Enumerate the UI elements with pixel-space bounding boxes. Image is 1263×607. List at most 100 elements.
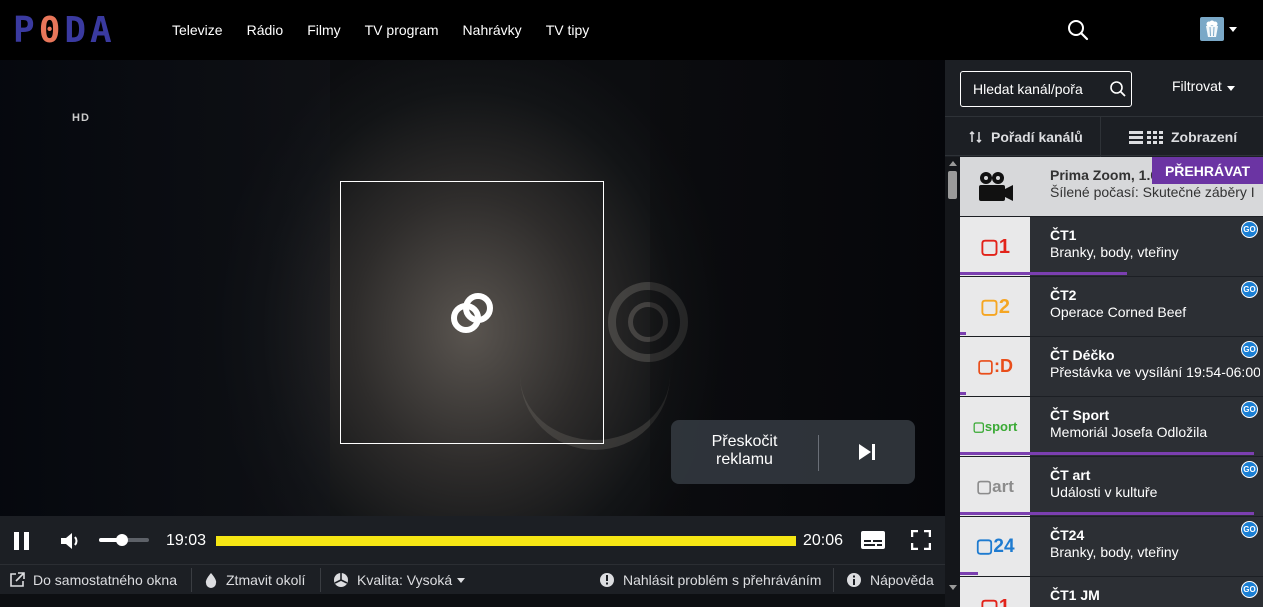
fullscreen-icon[interactable] xyxy=(911,530,931,550)
channel-show: Šílené počasí: Skutečné záběry I xyxy=(1050,184,1255,200)
chevron-down-icon xyxy=(457,577,466,583)
subtitles-icon[interactable] xyxy=(860,530,886,550)
channel-row-ct-decko[interactable]: ▢:D ČT Déčko Přestávka ve vysílání 19:54… xyxy=(960,337,1263,397)
filter-label: Filtrovat xyxy=(1172,78,1222,94)
go-badge: GO xyxy=(1241,521,1258,538)
tab-divider xyxy=(1100,117,1101,157)
channel-row-ct-sport[interactable]: ▢sport ČT Sport Memoriál Josefa Odložila… xyxy=(960,397,1263,457)
quality-icon xyxy=(334,573,348,587)
video-frame-shade xyxy=(0,60,330,516)
search-icon[interactable] xyxy=(1109,80,1127,98)
go-badge: GO xyxy=(1241,341,1258,358)
popcorn-icon xyxy=(1206,20,1218,37)
toolbar-divider xyxy=(320,568,321,592)
channel-show: Operace Corned Beef xyxy=(1050,304,1187,320)
ctd-logo: ▢:D xyxy=(960,337,1030,396)
camera-icon xyxy=(979,171,1013,201)
channel-progress xyxy=(960,452,1254,455)
skip-next-icon xyxy=(859,444,875,460)
link-icon[interactable] xyxy=(447,288,497,338)
channel-logo xyxy=(960,157,1030,216)
ctart-logo: ▢art xyxy=(960,457,1030,516)
tab-view-label: Zobrazení xyxy=(1171,129,1238,145)
dim-label: Ztmavit okolí xyxy=(226,572,306,588)
chevron-down-icon xyxy=(1226,86,1235,91)
scroll-down-icon[interactable] xyxy=(949,585,957,590)
channel-name: ČT24 xyxy=(1050,527,1085,543)
channel-name: ČT Déčko xyxy=(1050,347,1115,363)
nav-radio[interactable]: Rádio xyxy=(247,22,284,38)
bottom-strip xyxy=(0,594,945,607)
search-icon[interactable] xyxy=(1067,19,1089,41)
help-icon xyxy=(847,573,861,587)
skip-ad-button[interactable]: Přeskočit reklamu xyxy=(671,420,915,484)
main-nav: Televize Rádio Filmy TV program Nahrávky… xyxy=(160,0,601,60)
skip-ad-divider xyxy=(818,435,819,471)
channel-name: ČT2 xyxy=(1050,287,1077,303)
quality-dropdown[interactable]: Kvalita: Vysoká xyxy=(333,565,466,595)
channel-search-input[interactable] xyxy=(961,72,1101,106)
time-start: 19:03 xyxy=(166,532,207,549)
hd-badge: HD xyxy=(72,112,90,124)
channel-list-scrollbar[interactable] xyxy=(945,157,960,607)
channel-name: Prima Zoom, 1.6 xyxy=(1050,167,1159,183)
scroll-thumb[interactable] xyxy=(948,171,957,199)
channel-row-ct-art[interactable]: ▢art ČT art Události v kultuře GO xyxy=(960,457,1263,517)
report-problem-button[interactable]: Nahlásit problém s přehráváním xyxy=(599,565,821,595)
nav-televize[interactable]: Televize xyxy=(172,22,223,38)
ct1jm-logo: ▢1 xyxy=(960,577,1030,607)
ct1-logo-mark: ▢1 xyxy=(979,236,1011,258)
toolbar-divider xyxy=(833,568,834,592)
tab-channel-order-label: Pořadí kanálů xyxy=(991,129,1083,145)
channel-progress xyxy=(960,572,978,575)
progress-fill xyxy=(216,536,796,546)
nav-filmy[interactable]: Filmy xyxy=(307,22,340,38)
user-avatar[interactable] xyxy=(1200,17,1224,41)
tab-channel-order[interactable]: Pořadí kanálů xyxy=(969,117,1083,157)
ct2-logo: ▢2 xyxy=(960,277,1030,336)
toolbar-divider xyxy=(191,568,192,592)
tab-view[interactable]: Zobrazení xyxy=(1129,117,1237,157)
popout-button[interactable]: Do samostatného okna xyxy=(9,565,177,595)
pause-icon[interactable] xyxy=(12,531,32,551)
channel-row-ct24[interactable]: ▢24 ČT24 Branky, body, vteřiny GO xyxy=(960,517,1263,577)
channel-name: ČT Sport xyxy=(1050,407,1110,423)
nav-tv-tipy[interactable]: TV tipy xyxy=(546,22,590,38)
nav-tv-program[interactable]: TV program xyxy=(365,22,439,38)
filter-dropdown[interactable]: Filtrovat xyxy=(1172,78,1235,94)
view-mode-icon xyxy=(1129,131,1163,144)
channel-show: Přestávka ve vysílání 19:54-06:00 xyxy=(1050,364,1260,380)
user-menu-caret-icon[interactable] xyxy=(1229,27,1237,32)
channel-show: Branky, body, vteřiny xyxy=(1050,544,1179,560)
ctart-logo-mark: ▢art xyxy=(976,476,1014,496)
top-header: P0DA Televize Rádio Filmy TV program Nah… xyxy=(0,0,1263,60)
player-toolbar: Do samostatného okna Ztmavit okolí Kvali… xyxy=(0,564,945,594)
go-badge: GO xyxy=(1241,221,1258,238)
scroll-up-icon[interactable] xyxy=(949,161,957,166)
go-badge: GO xyxy=(1241,461,1258,478)
channel-name: ČT art xyxy=(1050,467,1091,483)
help-button[interactable]: Nápověda xyxy=(846,565,934,595)
channel-name: ČT1 xyxy=(1050,227,1077,243)
channel-row-ct1[interactable]: ▢1 ČT1 Branky, body, vteřiny GO xyxy=(960,217,1263,277)
drop-icon xyxy=(205,573,217,588)
channel-show: Události v kultuře xyxy=(1050,484,1158,500)
quality-label: Kvalita: Vysoká xyxy=(357,572,453,588)
sidebar-tabs: Pořadí kanálů Zobrazení xyxy=(945,116,1263,157)
report-label: Nahlásit problém s přehráváním xyxy=(623,572,822,588)
nav-nahravky[interactable]: Nahrávky xyxy=(463,22,522,38)
channel-progress xyxy=(960,332,966,335)
player-controls: 19:03 20:06 xyxy=(0,516,945,564)
dim-surroundings-button[interactable]: Ztmavit okolí xyxy=(204,565,305,595)
channel-row-ct1-jm[interactable]: ▢1 ČT1 JM GO xyxy=(960,577,1263,607)
channel-show: Memoriál Josefa Odložila xyxy=(1050,424,1208,440)
poda-logo[interactable]: P0DA xyxy=(13,10,116,51)
play-badge[interactable]: PŘEHRÁVAT xyxy=(1152,157,1263,184)
volume-icon[interactable] xyxy=(59,530,81,552)
video-player[interactable]: HD Přeskočit reklamu xyxy=(0,60,945,516)
volume-slider-handle[interactable] xyxy=(116,534,128,546)
channel-row-ct2[interactable]: ▢2 ČT2 Operace Corned Beef GO xyxy=(960,277,1263,337)
channel-row-prima-zoom[interactable]: Prima Zoom, 1.6 Šílené počasí: Skutečné … xyxy=(960,157,1263,217)
go-badge: GO xyxy=(1241,401,1258,418)
go-badge: GO xyxy=(1241,581,1258,598)
